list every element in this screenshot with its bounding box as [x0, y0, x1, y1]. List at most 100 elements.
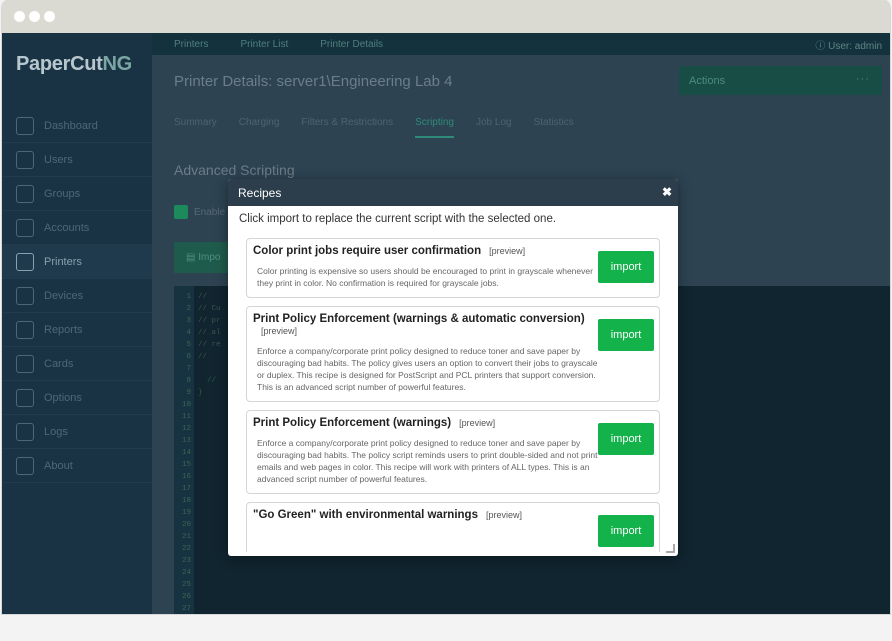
window-dot-icon[interactable]: [29, 11, 40, 22]
recipe-import-button[interactable]: import: [598, 319, 654, 351]
user-icon: [16, 150, 34, 169]
user-menu[interactable]: ⓘ User: admin: [815, 37, 882, 52]
sidebar: PaperCutNG Dashboard Users Groups Accoun…: [2, 33, 152, 614]
sidebar-item-devices[interactable]: Devices: [2, 279, 152, 313]
recipe-import-button[interactable]: import: [598, 423, 654, 455]
code-line: // al: [198, 329, 221, 337]
code-line: // re: [198, 341, 221, 349]
page-title: Printer Details: server1\Engineering Lab…: [174, 73, 453, 90]
actions-button[interactable]: Actions ···: [679, 66, 882, 95]
sidebar-item-cards[interactable]: Cards: [2, 347, 152, 381]
recipe-import-button[interactable]: import: [598, 251, 654, 283]
code-line: //: [198, 377, 217, 385]
import-button[interactable]: ▤ Impo: [174, 242, 234, 273]
line-number: 8: [186, 377, 191, 385]
recipe-preview-link[interactable]: [preview]: [489, 246, 525, 256]
line-number: 17: [181, 485, 191, 493]
tab-summary[interactable]: Summary: [174, 117, 217, 138]
sidebar-item-accounts[interactable]: Accounts: [2, 211, 152, 245]
line-number: 27: [181, 605, 191, 613]
recipe-description: Enforce a company/corporate print policy…: [257, 438, 598, 484]
code-line: //: [198, 293, 208, 301]
resize-handle-icon[interactable]: [666, 544, 675, 553]
sidebar-nav: Dashboard Users Groups Accounts Printers…: [2, 109, 152, 483]
section-title: Advanced Scripting: [174, 162, 295, 178]
breadcrumb-printers[interactable]: Printers: [152, 39, 218, 50]
sidebar-item-about[interactable]: About: [2, 449, 152, 483]
help-icon[interactable]: ⓘ: [815, 41, 825, 52]
actions-label: Actions: [689, 75, 726, 87]
recipe-title-text: Print Policy Enforcement (warnings): [253, 417, 452, 429]
recipe-card: Color print jobs require user confirmati…: [246, 238, 660, 298]
import-button-label: Impo: [198, 252, 221, 263]
sidebar-item-logs[interactable]: Logs: [2, 415, 152, 449]
recipe-list[interactable]: Color print jobs require user confirmati…: [246, 238, 660, 552]
import-icon: ▤: [186, 252, 196, 263]
recipe-title: Print Policy Enforcement (warnings) [prev…: [253, 417, 651, 429]
sidebar-item-options[interactable]: Options: [2, 381, 152, 415]
sidebar-item-groups[interactable]: Groups: [2, 177, 152, 211]
tab-scripting[interactable]: Scripting: [415, 117, 454, 138]
line-number: 26: [181, 593, 191, 601]
recipe-title: Color print jobs require user confirmati…: [253, 245, 651, 257]
more-icon: ···: [856, 73, 870, 85]
recipe-preview-link[interactable]: [preview]: [459, 418, 495, 428]
recipe-title: "Go Green" with environmental warnings [p…: [253, 509, 651, 521]
printer-icon: [16, 252, 34, 271]
sidebar-item-label: Logs: [44, 425, 68, 438]
recipe-title: Print Policy Enforcement (warnings & aut…: [253, 313, 651, 337]
window-dot-icon[interactable]: [14, 11, 25, 22]
sidebar-item-dashboard[interactable]: Dashboard: [2, 109, 152, 143]
tab-charging[interactable]: Charging: [239, 117, 280, 138]
user-label: User: admin: [828, 41, 882, 52]
breadcrumb-printer-list[interactable]: Printer List: [218, 39, 298, 50]
enable-label: Enable: [194, 207, 226, 218]
breadcrumb-printer-details: Printer Details: [320, 38, 384, 50]
dashboard-icon: [16, 116, 34, 135]
code-text[interactable]: // // Cu // pr // al // re // //}: [198, 291, 221, 399]
sidebar-item-label: Reports: [44, 323, 83, 336]
enable-checkbox[interactable]: [174, 205, 188, 219]
line-number: 1: [186, 293, 191, 301]
recipe-preview-link[interactable]: [preview]: [486, 510, 522, 520]
modal-intro: Click import to replace the current scri…: [239, 213, 557, 225]
modal-header: Recipes ✖: [228, 179, 678, 206]
line-number: 19: [181, 509, 191, 517]
line-number: 6: [186, 353, 191, 361]
logo-text: PaperCut: [16, 53, 103, 75]
tab-job-log[interactable]: Job Log: [476, 117, 512, 138]
line-number: 16: [181, 473, 191, 481]
recipe-import-button[interactable]: import: [598, 515, 654, 547]
sidebar-item-label: Accounts: [44, 221, 90, 234]
line-number: 3: [186, 317, 191, 325]
recipe-description: Color printing is expensive so users sho…: [257, 266, 593, 288]
line-number: 24: [181, 569, 191, 577]
sidebar-item-label: Dashboard: [44, 119, 98, 132]
tab-statistics[interactable]: Statistics: [534, 117, 574, 138]
gear-icon: [16, 388, 34, 407]
logo[interactable]: PaperCutNG: [16, 53, 132, 76]
recipe-preview-link[interactable]: [preview]: [261, 326, 297, 336]
code-line: // pr: [198, 317, 221, 325]
browser-titlebar: [2, 0, 890, 33]
line-number: 2: [186, 305, 191, 313]
sidebar-item-label: Users: [44, 153, 73, 166]
close-icon[interactable]: ✖: [662, 185, 672, 199]
line-number: 10: [181, 401, 191, 409]
sidebar-item-label: Groups: [44, 187, 81, 200]
window-dot-icon[interactable]: [44, 11, 55, 22]
line-number: 11: [181, 413, 191, 421]
sidebar-item-printers[interactable]: Printers: [2, 245, 152, 279]
code-line: }: [198, 389, 203, 397]
sidebar-item-reports[interactable]: Reports: [2, 313, 152, 347]
book-icon: [16, 456, 34, 475]
devices-icon: [16, 286, 34, 305]
line-number: 14: [181, 449, 191, 457]
tab-filters[interactable]: Filters & Restrictions: [301, 117, 393, 138]
sidebar-item-label: Options: [44, 391, 82, 404]
sidebar-item-users[interactable]: Users: [2, 143, 152, 177]
recipes-modal: Recipes ✖ Click import to replace the cu…: [228, 179, 678, 556]
recipe-description: Enforce a company/corporate print policy…: [257, 346, 598, 392]
line-number: 7: [186, 365, 191, 373]
